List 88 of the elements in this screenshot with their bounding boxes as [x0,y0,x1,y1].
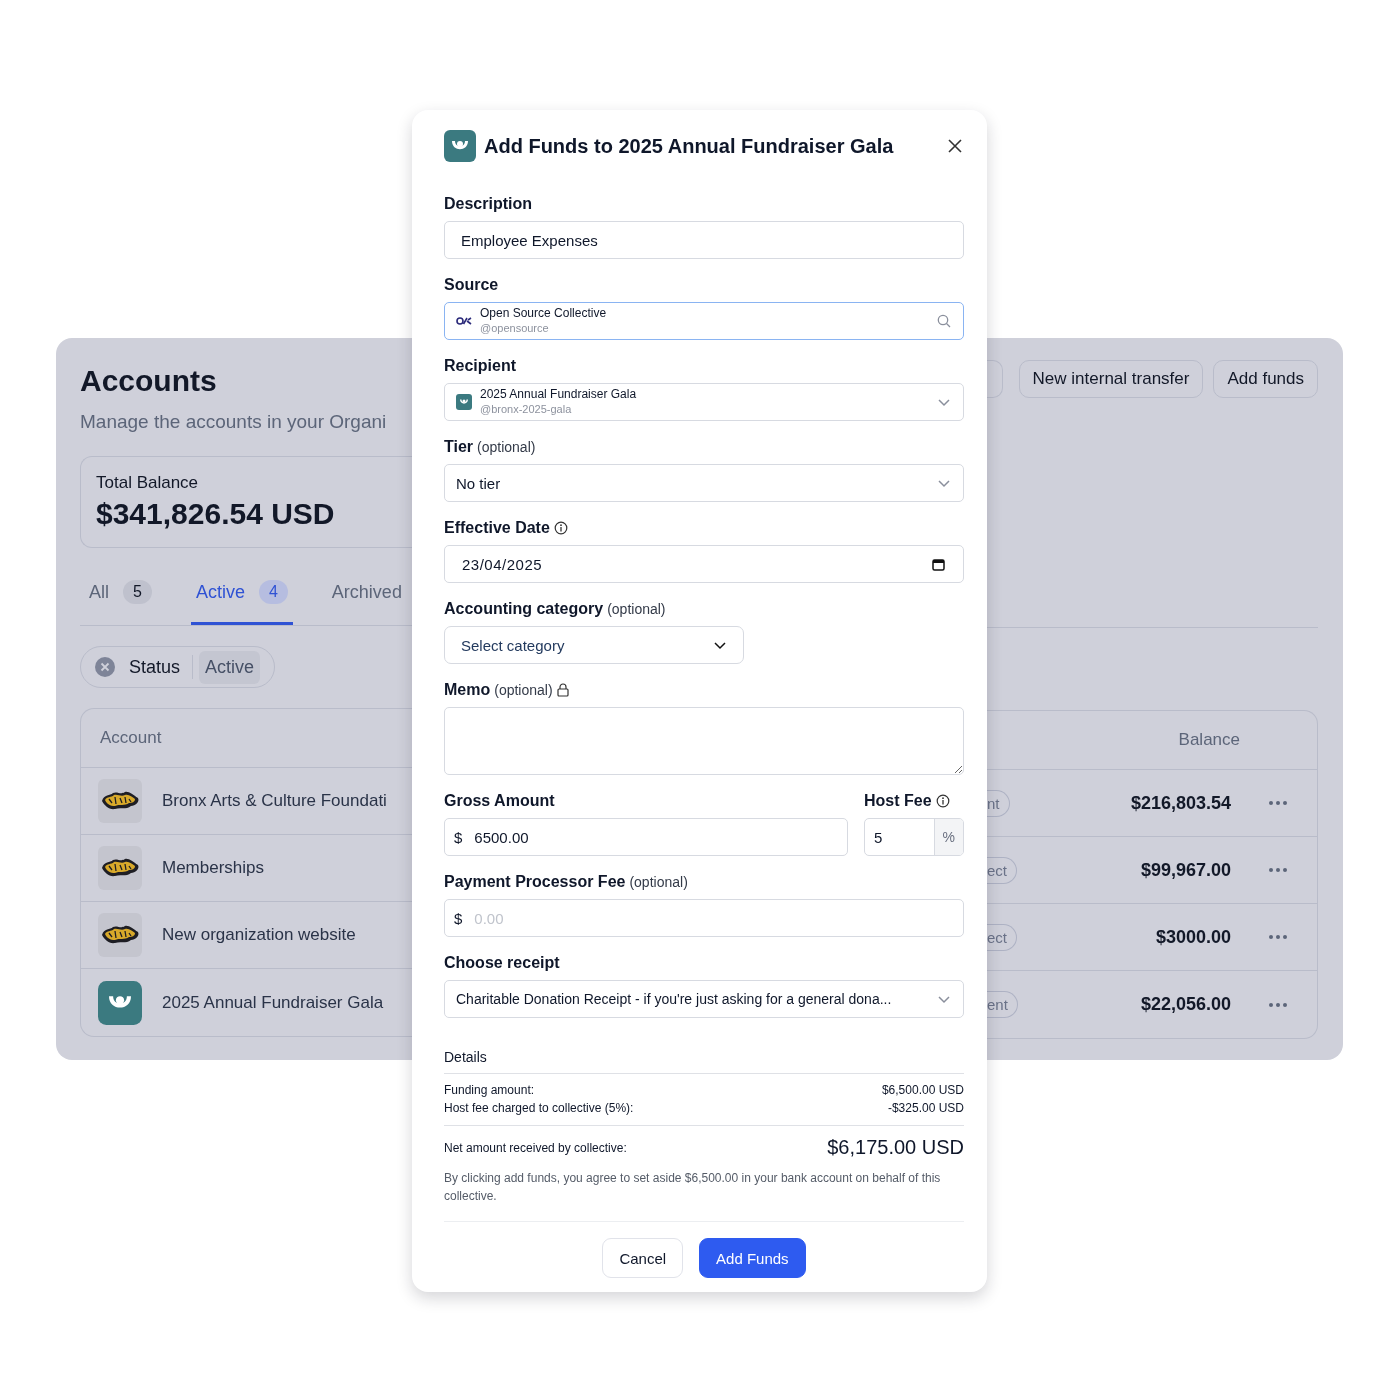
info-icon [935,794,950,808]
column-header: Balance [1178,730,1240,750]
action-button[interactable]: New internal transfer [1018,360,1204,398]
balance-amount: $3000.00 [1155,926,1231,948]
tab[interactable]: All 5 [84,570,157,625]
cancel-button[interactable]: Cancel [602,1238,684,1278]
account-handle: @bronx-2025-gala [480,402,573,417]
field-label: Recipient [444,356,516,376]
detail-label: Funding amount: [444,1083,535,1098]
percent-suffix: % [933,819,963,855]
account-handle: @opensource [480,321,550,336]
account-name: Open Source Collective [480,306,608,321]
count-badge: 5 [123,580,152,604]
more-icon[interactable] [1269,935,1287,939]
count-badge: 4 [258,580,288,604]
field-label: Tier [444,437,474,457]
processor-fee-field[interactable]: $ 0.00 [444,899,964,937]
currency-symbol: $ [453,909,464,927]
column-header: Account [100,728,162,748]
field-label: Gross Amount [444,791,555,811]
tier-select[interactable]: No tier [444,464,964,502]
gala-logo-icon [444,130,476,162]
graffiti-logo-icon [98,913,142,957]
more-icon[interactable] [1269,1002,1287,1007]
net-label: Net amount received by collective: [444,1140,627,1155]
processor-fee-input[interactable]: 0.00 [470,909,963,927]
optional-hint: (optional) [629,873,688,892]
detail-value: -$325.00 USD [887,1101,964,1116]
balance-value: $341,826.54 USD [96,497,336,531]
field-label: Accounting category [444,599,604,619]
balance-amount: $216,803.54 [1130,792,1231,814]
optional-hint: (optional) [494,681,553,700]
page-title: Accounts [80,364,218,398]
field-label: Choose receipt [444,953,560,973]
account-name: 2025 Annual Fundraiser Gala [480,387,638,402]
close-icon[interactable] [946,137,964,155]
search-icon [937,314,951,328]
dialog-title: Add Funds to 2025 Annual Fundraiser Gala [484,134,895,158]
gala-logo-icon [98,980,142,1025]
collective-logo-icon [456,316,472,326]
amount-field[interactable]: $ 6500.00 [444,818,848,856]
field-label: Description [444,194,532,214]
balance-label: Total Balance [96,473,200,493]
calendar-icon[interactable] [932,557,945,571]
graffiti-logo-icon [98,846,142,890]
currency-symbol: $ [453,828,464,846]
action-button[interactable]: Add funds [1213,360,1318,398]
optional-hint: (optional) [607,600,666,619]
net-amount: $6,175.00 USD [827,1136,964,1159]
detail-value: $6,500.00 USD [881,1083,964,1098]
recipient-select[interactable]: 2025 Annual Fundraiser Gala @bronx-2025-gala [444,383,964,421]
source-select[interactable]: Open Source Collective @opensource [444,302,964,340]
graffiti-logo-icon [98,779,142,823]
filter-value: Active [199,650,261,684]
filter-label: Status [129,656,181,678]
account-name[interactable]: 2025 Annual Fundraiser Gala [162,992,384,1013]
disclaimer-text: By clicking add funds, you agree to set aside $6,500.00 in your bank account on behalf of this collective. [444,1169,964,1222]
memo-field[interactable] [444,707,964,775]
balance-amount: $99,967.00 [1140,859,1231,881]
details-title: Details [444,1049,964,1074]
gala-logo-icon [456,394,472,410]
more-icon[interactable] [1269,801,1287,805]
host-fee-field[interactable]: 5 % [864,818,964,856]
host-fee-input[interactable]: 5 [865,828,934,846]
account-name[interactable]: New organization website [162,925,356,945]
category-select[interactable]: Select category [444,626,744,664]
field-label: Host Fee [864,791,932,811]
field-label: Memo [444,680,491,700]
tab[interactable]: Archived [326,570,407,625]
clear-filter-icon[interactable] [95,657,115,677]
receipt-select[interactable]: Charitable Donation Receipt - if you're just asking for a general dona... [444,980,964,1018]
page-subtitle: Manage the accounts in your Organi [80,410,388,434]
tab[interactable]: Active 4 [190,570,293,625]
balance-amount: $22,056.00 [1140,994,1231,1015]
field-label: Source [444,275,499,295]
field-label: Effective Date [444,518,550,538]
amount-input[interactable]: 6500.00 [470,828,847,846]
lock-icon [556,683,569,697]
description-field[interactable]: Employee Expenses [444,221,964,259]
add-funds-button[interactable]: Add Funds [699,1238,806,1278]
account-name[interactable]: Bronx Arts & Culture Foundati [162,791,387,811]
account-name[interactable]: Memberships [162,858,265,878]
detail-label: Host fee charged to collective (5%): [444,1101,634,1116]
info-icon [553,521,568,535]
optional-hint: (optional) [477,438,536,457]
field-label: Payment Processor Fee [444,872,626,892]
date-field[interactable]: 23/04/2025 [444,545,964,583]
more-icon[interactable] [1269,868,1287,872]
